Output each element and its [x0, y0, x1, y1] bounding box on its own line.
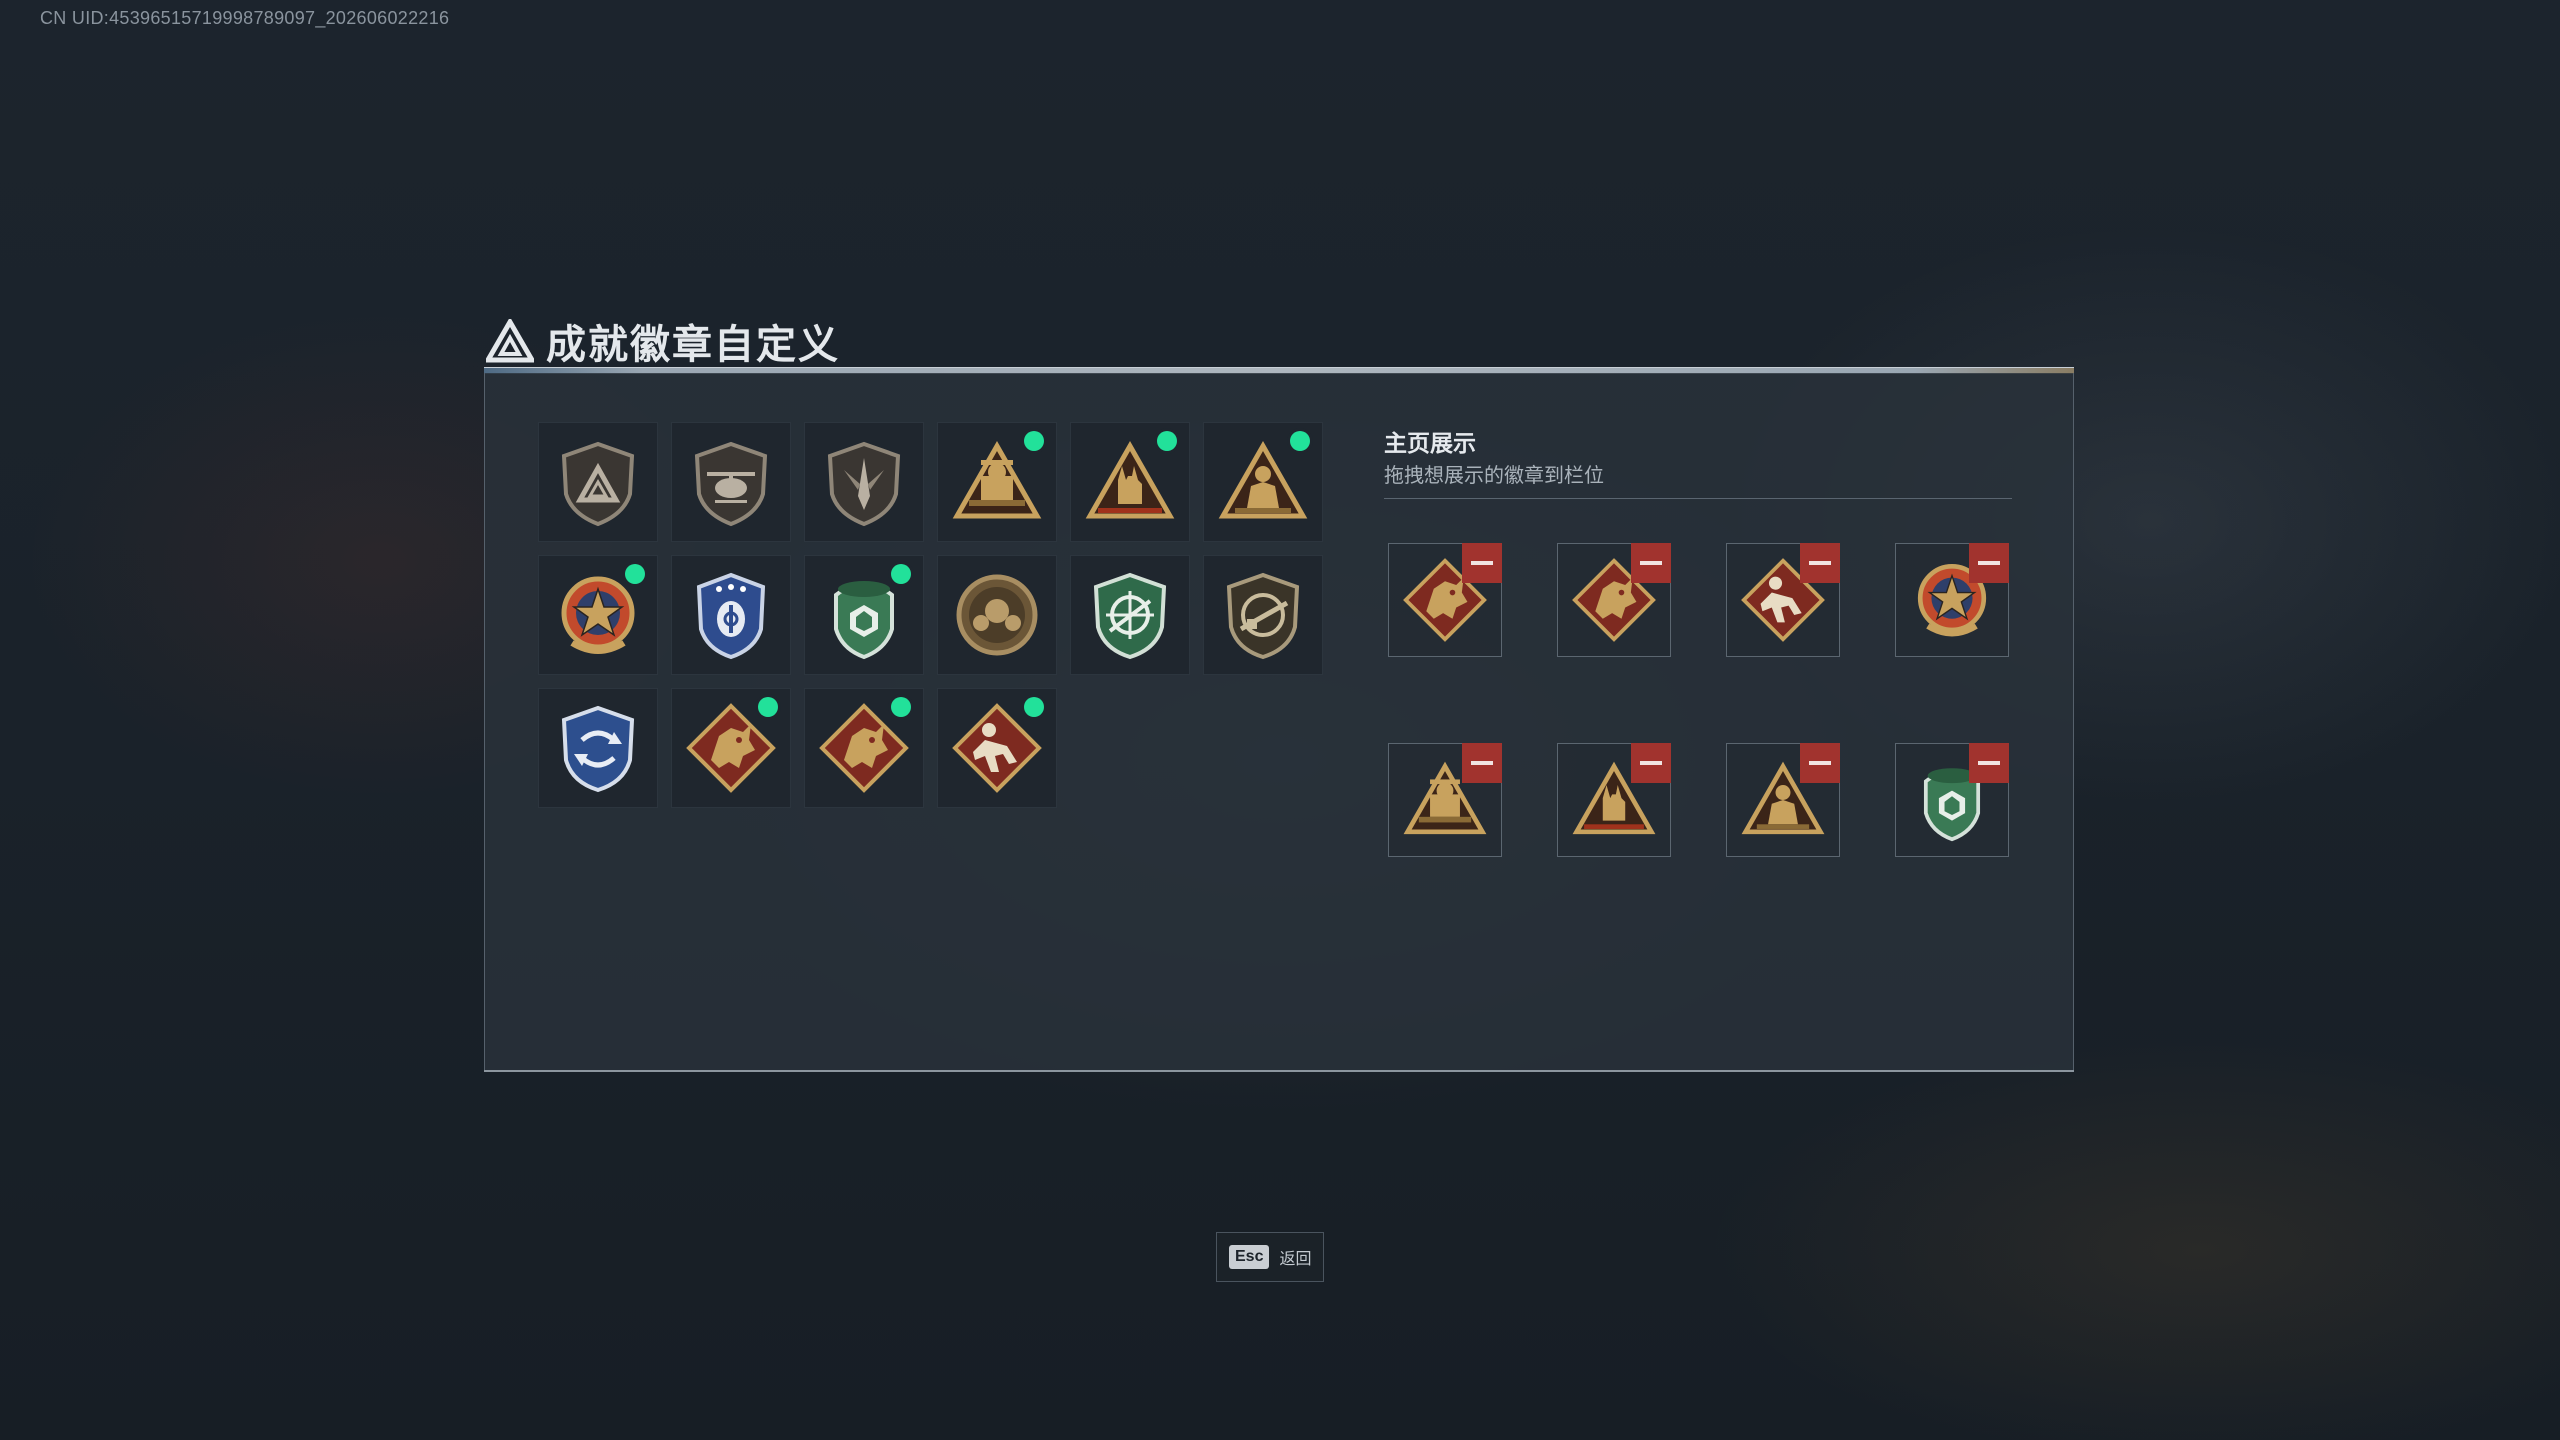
remove-badge-button[interactable] [1969, 743, 2009, 783]
page-title: 成就徽章自定义 [546, 323, 840, 367]
back-label: 返回 [1279, 1251, 1312, 1268]
remove-badge-button[interactable] [1631, 743, 1671, 783]
badge-cell[interactable] [671, 688, 791, 808]
minus-icon [1978, 761, 2000, 765]
badge-cell[interactable] [937, 555, 1057, 675]
remove-badge-button[interactable] [1631, 543, 1671, 583]
page-header: 成就徽章自定义 [486, 312, 840, 370]
esc-key-icon: Esc [1229, 1245, 1270, 1269]
green-crosshair-badge-icon [1093, 572, 1167, 660]
showcase-title: 主页展示 [1384, 430, 1476, 456]
remove-badge-button[interactable] [1462, 743, 1502, 783]
minus-icon [1809, 761, 1831, 765]
triangle-shield-badge-icon [561, 441, 635, 527]
showcase-divider [1384, 498, 2012, 499]
back-button[interactable]: Esc 返回 [1216, 1232, 1324, 1282]
badge-cell[interactable] [937, 688, 1057, 808]
badge-cell[interactable] [538, 422, 658, 542]
new-indicator-dot [625, 564, 645, 584]
showcase-slot[interactable] [1388, 743, 1502, 857]
badge-cell[interactable] [671, 422, 791, 542]
new-indicator-dot [1024, 697, 1044, 717]
new-indicator-dot [891, 564, 911, 584]
bronze-medallion-badge-icon [956, 574, 1038, 656]
badge-cell[interactable] [937, 422, 1057, 542]
new-indicator-dot [1290, 431, 1310, 451]
new-indicator-dot [1157, 431, 1177, 451]
badge-cell[interactable] [1070, 422, 1190, 542]
badge-cell[interactable] [538, 555, 658, 675]
showcase-slot[interactable] [1557, 743, 1671, 857]
badge-cell[interactable] [804, 555, 924, 675]
badge-cell[interactable] [1203, 555, 1323, 675]
showcase-slot[interactable] [1895, 543, 2009, 657]
minus-icon [1640, 561, 1662, 565]
remove-badge-button[interactable] [1800, 543, 1840, 583]
badge-cell[interactable] [804, 422, 924, 542]
minus-icon [1809, 561, 1831, 565]
badge-cell[interactable] [1203, 422, 1323, 542]
showcase-slot[interactable] [1726, 543, 1840, 657]
showcase-slot[interactable] [1726, 743, 1840, 857]
showcase-slot[interactable] [1388, 543, 1502, 657]
remove-badge-button[interactable] [1969, 543, 2009, 583]
uid-label: CN UID:4539651571999878909​7_20260602221… [40, 8, 450, 28]
showcase-slot[interactable] [1557, 543, 1671, 657]
new-indicator-dot [758, 697, 778, 717]
rifle-shield-badge-icon [1226, 572, 1300, 660]
blue-arrows-badge-icon [561, 705, 635, 793]
badge-cell[interactable] [671, 555, 791, 675]
minus-icon [1471, 561, 1493, 565]
minus-icon [1640, 761, 1662, 765]
remove-badge-button[interactable] [1462, 543, 1502, 583]
badge-collection-grid [538, 422, 1323, 808]
badge-cell[interactable] [538, 688, 658, 808]
blue-crest-badge-icon [696, 572, 766, 660]
panel-bottom-border [484, 1070, 2074, 1072]
helicopter-shield-badge-icon [694, 441, 768, 527]
new-indicator-dot [1024, 431, 1044, 451]
remove-badge-button[interactable] [1800, 743, 1840, 783]
badge-cell[interactable] [804, 688, 924, 808]
dagger-shield-badge-icon [827, 441, 901, 527]
delta-logo-icon [486, 319, 534, 363]
showcase-slot[interactable] [1895, 743, 2009, 857]
badge-cell[interactable] [1070, 555, 1190, 675]
minus-icon [1978, 561, 2000, 565]
new-indicator-dot [891, 697, 911, 717]
minus-icon [1471, 761, 1493, 765]
showcase-subtitle: 拖拽想展示的徽章到栏位 [1384, 465, 1604, 487]
